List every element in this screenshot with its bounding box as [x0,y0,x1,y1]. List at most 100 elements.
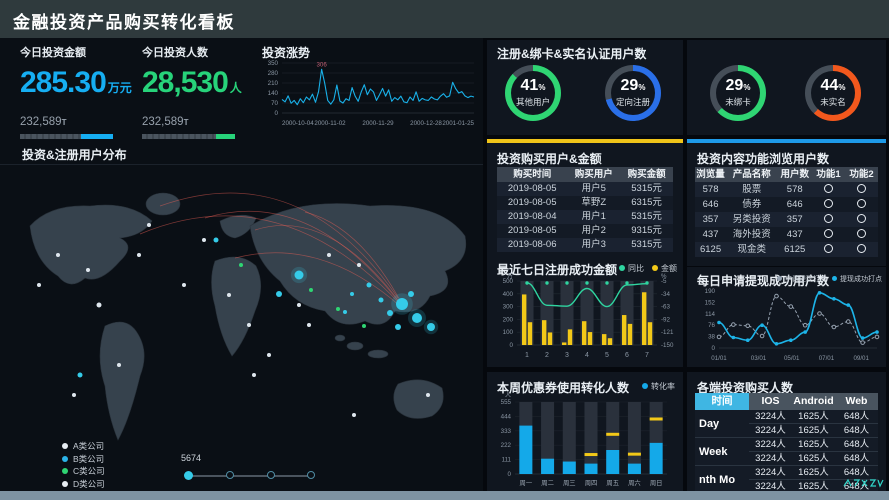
table-cell: 1625人 [792,410,835,424]
stat-subvalue: 232,589T [142,116,262,128]
table-cell: 1625人 [792,452,835,466]
table-cell: 648人 [835,438,878,452]
svg-text:2000-10-04: 2000-10-04 [282,120,314,127]
table-cell: 用户2 [567,224,620,238]
table-cell: 海外投资 [726,227,777,242]
svg-text:2000-11-29: 2000-11-29 [362,120,394,127]
table-row: 578股票578 [695,182,878,197]
map-legend-item[interactable]: C类公司 [62,465,105,478]
legend-dot [777,276,782,281]
column-header[interactable]: Web [835,393,878,410]
slider-stop[interactable] [226,471,234,479]
svg-text:100: 100 [503,329,514,336]
timeline-slider-track[interactable] [188,475,314,477]
map-legend-item[interactable]: A类公司 [62,440,105,453]
tab-time-header[interactable]: 时间 [695,393,749,410]
slider-stop[interactable] [267,471,275,479]
table-row: 646债券646 [695,197,878,212]
table-cell: 2019-08-05 [497,196,567,210]
feature-toggle-icon[interactable] [812,212,845,227]
feature-toggle-icon[interactable] [845,212,878,227]
svg-text:-63: -63 [661,304,671,311]
table-cell: 1625人 [792,438,835,452]
svg-text:4: 4 [585,352,589,359]
table-row: 2019-08-05草野Z6315元 [497,196,673,210]
svg-text:400: 400 [503,291,514,298]
svg-text:07/01: 07/01 [819,355,835,362]
panel-coupon-chart: 本周优惠券使用转化人数 转化率 人5554443332221110周一周二周三周… [487,372,683,497]
svg-text:2000-11-02: 2000-11-02 [314,120,346,127]
table-cell: 437 [777,227,812,242]
table-cell: 3224人 [749,452,792,466]
stat-today-investor-count: 今日投资人数 28,530人 232,589T [142,44,262,139]
svg-text:周日: 周日 [650,479,663,487]
map-legend-item[interactable]: D类公司 [62,478,105,491]
svg-text:周四: 周四 [585,479,598,487]
progress-fill [216,134,235,139]
purchase-table: 购买时间购买用户购买金额2019-08-05用户55315元2019-08-05… [497,167,673,252]
legend-dot [619,265,625,271]
divider [0,164,483,165]
feature-toggle-icon[interactable] [845,197,878,212]
table-cell: 债券 [726,197,777,212]
svg-text:7: 7 [645,352,649,359]
svg-text:周二: 周二 [541,479,554,487]
svg-text:200: 200 [503,316,514,323]
register-bar-chart: 5004003002001000万-5-34-63-92-121-150%123… [487,273,683,367]
panel-withdraw-chart: 每日申请提现成功用户数 申请提现打点 提现成功打点 19015211476380… [687,267,886,367]
legend-dot [652,265,658,271]
table-row: 2019-08-05用户55315元 [497,182,673,196]
feature-toggle-icon[interactable] [845,242,878,257]
feature-toggle-icon[interactable] [812,197,845,212]
donut-unverified: 44% 未实名 [805,65,861,121]
table-cell: 5315元 [620,238,673,252]
svg-text:周六: 周六 [628,478,641,487]
feature-toggle-icon[interactable] [845,182,878,197]
map-legend-item[interactable]: B类公司 [62,453,105,466]
app-header-bar: 金融投资产品购买转化看板 [0,0,889,38]
legend-dot [62,456,68,462]
legend-dot [642,383,648,389]
column-header: 功能2 [845,167,878,182]
svg-text:38: 38 [708,334,715,341]
coupon-bar-chart: 人5554443332221110周一周二周三周四周五周六周日 [487,390,683,496]
table-cell: 草野Z [567,196,620,210]
table-cell: 3224人 [749,466,792,480]
column-header[interactable]: Android [792,393,835,410]
table-cell: 5315元 [620,182,673,196]
table-cell: 2019-08-05 [497,224,567,238]
column-header[interactable]: IOS [749,393,792,410]
feature-toggle-icon[interactable] [812,242,845,257]
legend-label: B类公司 [73,453,104,465]
panel-purchase-table: 投资购买用户&金额 购买时间购买用户购买金额2019-08-05用户55315元… [487,139,683,256]
svg-text:人: 人 [505,392,511,399]
svg-text:0: 0 [510,342,514,349]
slider-value: 5674 [181,453,201,463]
slider-stop[interactable] [307,471,315,479]
progress-bar [20,134,113,139]
feature-toggle-icon[interactable] [812,227,845,242]
platform-table-header: 时间IOSAndroidWeb [695,393,878,410]
timeline-slider-knob[interactable] [184,471,193,480]
table-cell: 2019-08-04 [497,210,567,224]
feature-toggle-icon[interactable] [812,182,845,197]
svg-text:05/01: 05/01 [784,355,800,362]
table-row: 437海外投资437 [695,227,878,242]
row-group-label: nth Mo [695,466,749,494]
legend-label: A类公司 [73,440,104,452]
svg-text:-150: -150 [661,342,674,349]
table-cell: 648人 [835,424,878,438]
feature-toggle-icon[interactable] [845,227,878,242]
stat-today-investment-amount: 今日投资金额 285.30万元 232,589T [20,44,140,139]
table-cell: 578 [777,182,812,197]
column-header: 购买时间 [497,167,567,182]
row-group-label: Week [695,438,749,466]
column-header: 购买用户 [567,167,620,182]
bottom-edge-strip [0,491,889,500]
withdraw-line-chart: 1901521147638001/0103/0105/0107/0109/01 [687,286,886,366]
panel-title: 注册&绑卡&实名认证用户数 [497,45,646,62]
svg-text:300: 300 [503,304,514,311]
table-row: 2019-08-06用户35315元 [497,238,673,252]
svg-text:3: 3 [565,352,569,359]
svg-text:-92: -92 [661,316,671,323]
